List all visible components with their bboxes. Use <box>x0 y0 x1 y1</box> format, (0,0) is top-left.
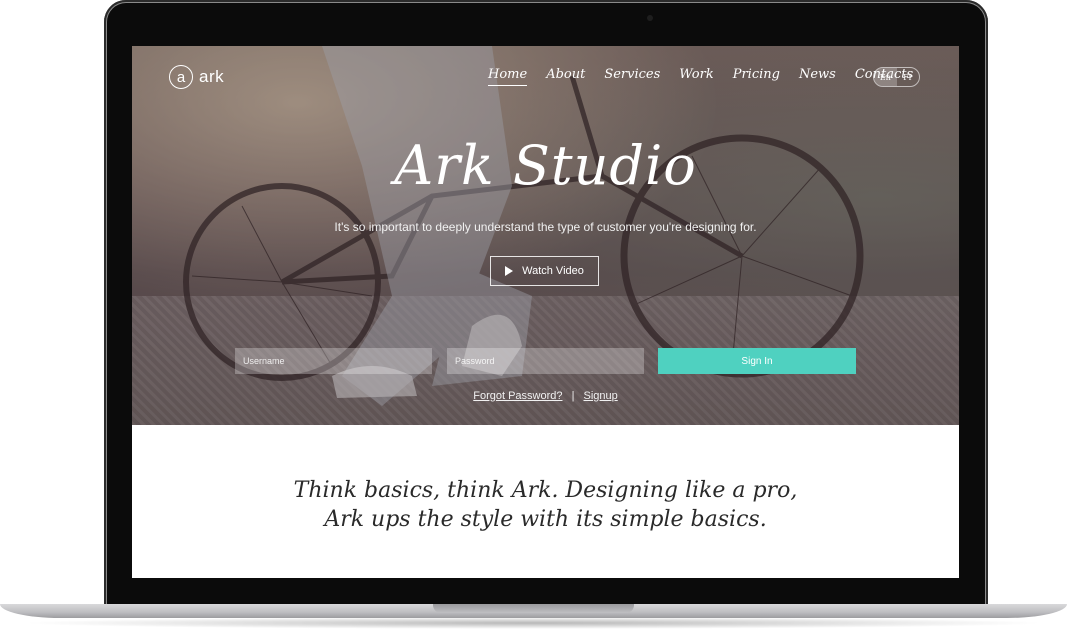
play-icon <box>505 266 514 276</box>
nav-item-news[interactable]: News <box>799 67 836 86</box>
logo-text: ark <box>199 67 225 86</box>
nav-item-pricing[interactable]: Pricing <box>733 67 780 86</box>
camera-dot <box>647 15 653 21</box>
nav-item-home[interactable]: Home <box>488 67 528 86</box>
password-input[interactable] <box>447 348 644 374</box>
hero-subtitle: It's so important to deeply understand t… <box>334 220 757 234</box>
tagline-line-2: Ark ups the style with its simple basics… <box>324 507 767 532</box>
username-input[interactable] <box>235 348 432 374</box>
signup-link[interactable]: Signup <box>583 390 617 402</box>
nav-item-work[interactable]: Work <box>679 67 713 86</box>
auth-links: Forgot Password? | Signup <box>132 390 959 402</box>
watch-video-button[interactable]: Watch Video <box>490 256 599 286</box>
logo[interactable]: a ark <box>169 65 224 89</box>
lang-option-en[interactable]: En <box>874 68 897 86</box>
browser-screen: a ark Home About Services Work Pricing N… <box>132 46 959 578</box>
hero-section: a ark Home About Services Work Pricing N… <box>132 46 959 425</box>
laptop-shadow <box>20 617 1047 629</box>
watch-video-label: Watch Video <box>522 265 584 277</box>
logo-mark: a <box>169 65 193 89</box>
nav-item-about[interactable]: About <box>546 67 585 86</box>
sign-in-button[interactable]: Sign In <box>658 348 856 374</box>
forgot-password-link[interactable]: Forgot Password? <box>473 390 562 402</box>
link-separator: | <box>571 390 575 402</box>
tagline-line-1: Think basics, think Ark. Designing like … <box>293 478 798 503</box>
tagline: Think basics, think Ark. Designing like … <box>132 476 959 534</box>
language-switcher: En Fr <box>873 67 920 87</box>
nav-item-services[interactable]: Services <box>604 67 660 86</box>
hero-title: Ark Studio <box>394 134 697 197</box>
lang-option-fr[interactable]: Fr <box>897 68 920 86</box>
main-nav: Home About Services Work Pricing News Co… <box>488 67 932 86</box>
laptop-notch <box>433 604 634 613</box>
